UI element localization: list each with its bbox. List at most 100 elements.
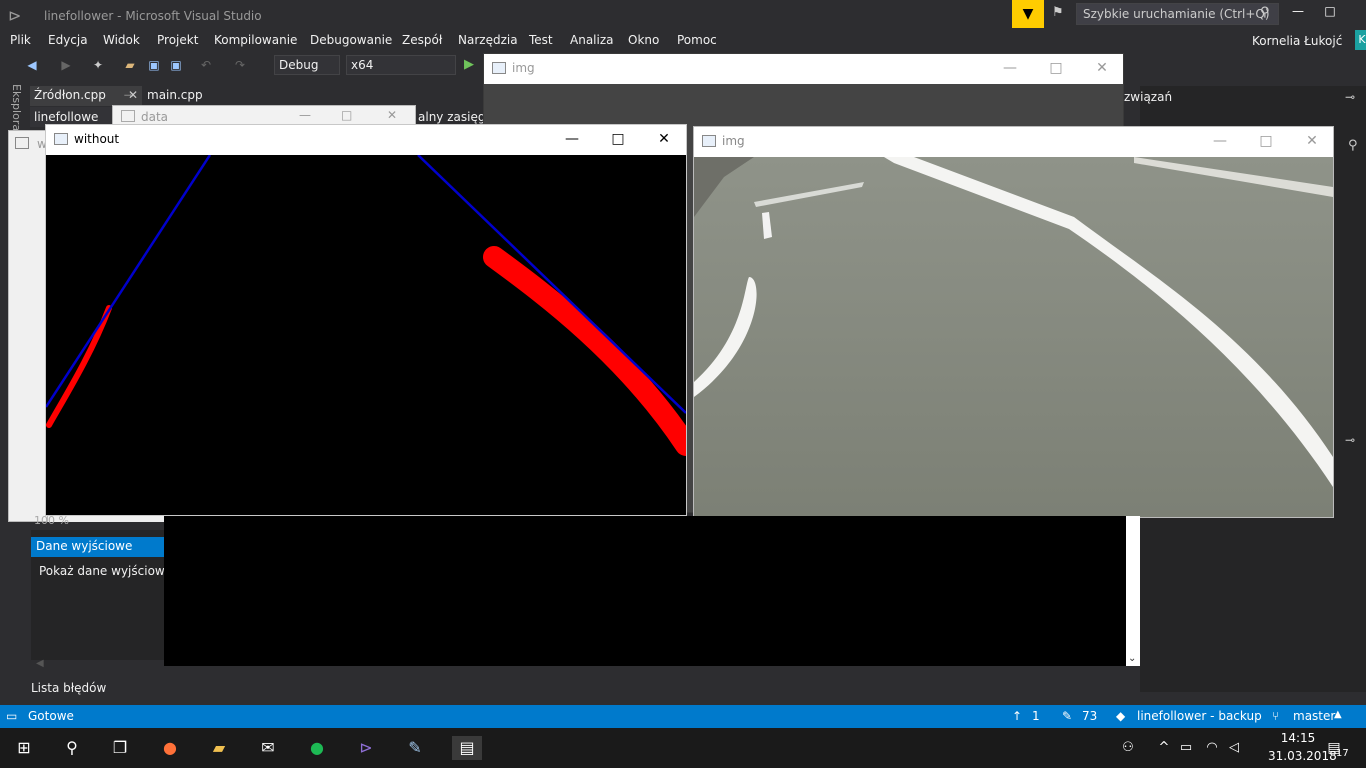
camera-image xyxy=(694,157,1333,517)
error-list-tab[interactable]: Lista błędów xyxy=(31,681,106,695)
output-pane xyxy=(164,516,1126,666)
scroll-left-icon[interactable]: ◀ xyxy=(36,658,44,669)
scope-dropdown[interactable]: alny zasięg) xyxy=(418,110,490,124)
tab-label: Źródłon.cpp xyxy=(34,88,106,102)
maximize-button[interactable]: □ xyxy=(1254,131,1278,151)
window-title: img xyxy=(722,134,745,148)
app-icon xyxy=(15,137,29,149)
img-window[interactable]: img — □ ✕ xyxy=(693,126,1334,518)
arrow-up-icon: ↑ xyxy=(1012,709,1023,723)
minimize-button[interactable]: — xyxy=(1208,131,1232,151)
windows-start-icon[interactable]: ⊞ xyxy=(12,736,36,760)
search-icon[interactable]: ⚲ xyxy=(1348,138,1358,153)
clock-time[interactable]: 14:15 xyxy=(1268,731,1328,745)
branch-icon: ⑂ xyxy=(1272,709,1280,723)
notifications-icon[interactable]: ⚑ xyxy=(1052,5,1064,20)
menu-team[interactable]: Zespół xyxy=(402,33,442,47)
minimize-button[interactable]: — xyxy=(998,58,1022,78)
status-ready: Gotowe xyxy=(28,709,74,723)
search-icon[interactable]: ⚲ xyxy=(60,736,84,760)
file-explorer-icon[interactable]: ▰ xyxy=(207,736,231,760)
people-icon[interactable]: ⚇ xyxy=(1116,736,1140,760)
save-icon[interactable]: ▣ xyxy=(146,58,162,74)
vertical-scrollbar[interactable]: ⌄ xyxy=(1126,516,1140,666)
open-file-icon[interactable]: ▰ xyxy=(122,58,138,74)
close-tab-icon[interactable]: ✕ xyxy=(128,88,138,102)
pencil-icon: ✎ xyxy=(1062,709,1073,723)
mail-icon[interactable]: ✉ xyxy=(256,736,280,760)
w-window[interactable]: w xyxy=(8,130,48,522)
visual-studio-logo-icon: ⊳ xyxy=(8,6,22,25)
chevron-up-icon[interactable]: ▲ xyxy=(1334,709,1342,720)
clock-date[interactable]: 31.03.2018 xyxy=(1268,749,1337,763)
spotify-icon[interactable]: ● xyxy=(305,736,329,760)
minimize-button[interactable]: — xyxy=(1288,4,1308,24)
menu-view[interactable]: Widok xyxy=(103,33,140,47)
project-label: linefollowe xyxy=(34,110,99,124)
configuration-select[interactable]: Debug xyxy=(274,55,340,75)
menu-test[interactable]: Test xyxy=(529,33,553,47)
menu-tools[interactable]: Narzędzia xyxy=(458,33,518,47)
branch-name[interactable]: master xyxy=(1293,709,1335,723)
back-icon[interactable]: ◀ xyxy=(24,58,40,74)
window-title: data xyxy=(141,110,169,124)
forward-icon[interactable]: ▶ xyxy=(58,58,74,74)
save-all-icon[interactable]: ▣ xyxy=(168,58,184,74)
wifi-icon[interactable]: ◠ xyxy=(1200,736,1224,760)
minimize-button[interactable]: — xyxy=(299,108,311,122)
task-view-icon[interactable]: ❐ xyxy=(108,736,132,760)
repo-name[interactable]: linefollower - backup xyxy=(1137,709,1262,723)
close-button[interactable]: ✕ xyxy=(1300,131,1324,151)
chevron-down-icon[interactable]: ⌄ xyxy=(1128,653,1136,664)
menu-window[interactable]: Okno xyxy=(628,33,659,47)
search-icon[interactable]: ⚲ xyxy=(1260,5,1270,20)
maximize-button[interactable]: □ xyxy=(606,129,630,149)
user-avatar[interactable]: K xyxy=(1355,30,1366,50)
pin-icon[interactable]: ⊸ xyxy=(1345,90,1355,104)
window-titlebar: img — □ ✕ xyxy=(484,54,1123,84)
status-window-icon: ▭ xyxy=(6,709,18,723)
close-button[interactable]: ✕ xyxy=(652,129,676,149)
changes-count[interactable]: 73 xyxy=(1082,709,1097,723)
menu-file[interactable]: Plik xyxy=(10,33,31,47)
window-title: img xyxy=(512,61,535,75)
menu-project[interactable]: Projekt xyxy=(157,33,198,47)
without-window[interactable]: without — □ ✕ xyxy=(45,124,687,516)
maximize-button[interactable]: □ xyxy=(1320,4,1340,24)
menu-help[interactable]: Pomoc xyxy=(677,33,717,47)
minimize-button[interactable]: — xyxy=(560,129,584,149)
tab-source-cpp[interactable]: Źródłon.cpp ⊸ xyxy=(30,86,142,106)
platform-select[interactable]: x64 xyxy=(346,55,456,75)
close-button[interactable]: ✕ xyxy=(1090,58,1114,78)
battery-icon[interactable]: ▭ xyxy=(1174,736,1198,760)
pin-icon[interactable]: ⊸ xyxy=(1345,433,1355,447)
paint-icon[interactable]: ✎ xyxy=(403,736,427,760)
asphalt-surface xyxy=(694,157,1333,517)
start-debugging-icon[interactable]: ▶ xyxy=(464,57,474,72)
visual-studio-icon[interactable]: ⊳ xyxy=(354,736,378,760)
volume-icon[interactable]: ◁ xyxy=(1222,736,1246,760)
unpushed-count[interactable]: 1 xyxy=(1032,709,1040,723)
menu-debug[interactable]: Debugowanie xyxy=(310,33,392,47)
window-title: linefollower - Microsoft Visual Studio xyxy=(44,9,262,23)
window-titlebar: without — □ ✕ xyxy=(46,125,686,155)
maximize-button[interactable]: □ xyxy=(1044,58,1068,78)
redo-icon[interactable]: ↷ xyxy=(232,58,248,74)
maximize-button[interactable]: □ xyxy=(341,108,352,122)
output-selected-tab[interactable]: Dane wyjściowe xyxy=(31,537,164,557)
menu-analyze[interactable]: Analiza xyxy=(570,33,614,47)
app-icon xyxy=(54,133,68,145)
new-project-icon[interactable]: ✦ xyxy=(90,58,106,74)
menu-edit[interactable]: Edycja xyxy=(48,33,88,47)
quick-launch-input[interactable]: Szybkie uruchamianie (Ctrl+Q) xyxy=(1076,3,1279,25)
menu-build[interactable]: Kompilowanie xyxy=(214,33,297,47)
tab-main-cpp[interactable]: main.cpp xyxy=(143,86,209,106)
chevron-up-icon[interactable]: ^ xyxy=(1152,736,1176,760)
undo-icon[interactable]: ↶ xyxy=(198,58,214,74)
close-button[interactable]: ✕ xyxy=(387,108,397,122)
user-name[interactable]: Kornelia Łukojć xyxy=(1252,34,1342,48)
firefox-icon[interactable]: ● xyxy=(158,736,182,760)
opencv-window-icon[interactable]: ▤ xyxy=(452,736,482,760)
team-explorer-title: związań xyxy=(1124,90,1173,104)
feedback-filter-icon[interactable]: ▼ xyxy=(1012,0,1044,28)
